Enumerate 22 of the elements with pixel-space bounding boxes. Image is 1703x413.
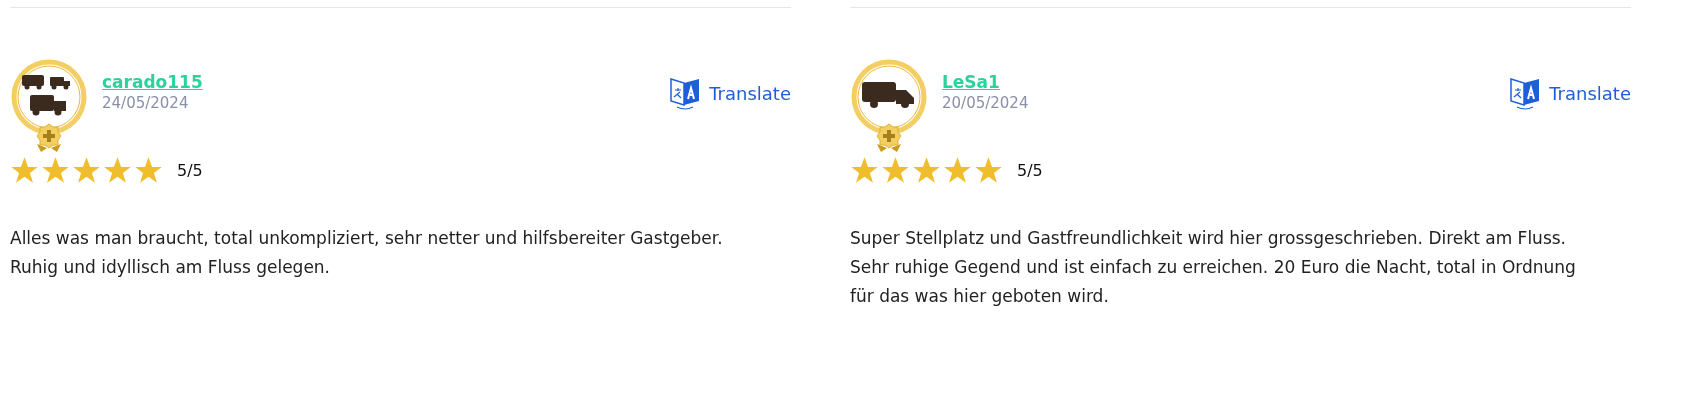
star-icon: [72, 156, 101, 184]
badge-icon: [10, 58, 88, 154]
star-icon: [912, 156, 941, 184]
translate-icon: [1509, 75, 1542, 111]
review-text: Super Stellplatz und Gastfreundlichkeit wird hier grossgeschrieben. Direkt am Fluss. Sehr ruhige Gegend und ist einfach zu erreichen. 20 Euro die Nacht, total in Ordnung für das was hier geboten wird.: [850, 227, 1577, 308]
translate-link[interactable]: Translate: [1509, 75, 1631, 111]
badge-icon: [850, 58, 928, 154]
star-icon: [134, 156, 163, 184]
star-icon: [10, 156, 39, 184]
review-date: 24/05/2024: [102, 94, 190, 112]
star-icon: [974, 156, 1003, 184]
star-icon: [103, 156, 132, 184]
review-text: Alles was man braucht, total unkompliziert, sehr netter und hilfsbereiter Gastgeber. Ruhig und idyllisch am Fluss gelegen.: [10, 227, 724, 279]
rating-score: 5/5: [177, 160, 203, 180]
star-icon: [943, 156, 972, 184]
translate-icon: [669, 75, 702, 111]
star-icon: [850, 156, 879, 184]
translate-link[interactable]: Translate: [669, 75, 791, 111]
rating-score: 5/5: [1017, 160, 1043, 180]
star-icon: [41, 156, 70, 184]
star-icon: [881, 156, 910, 184]
review-date: 20/05/2024: [942, 94, 1029, 112]
